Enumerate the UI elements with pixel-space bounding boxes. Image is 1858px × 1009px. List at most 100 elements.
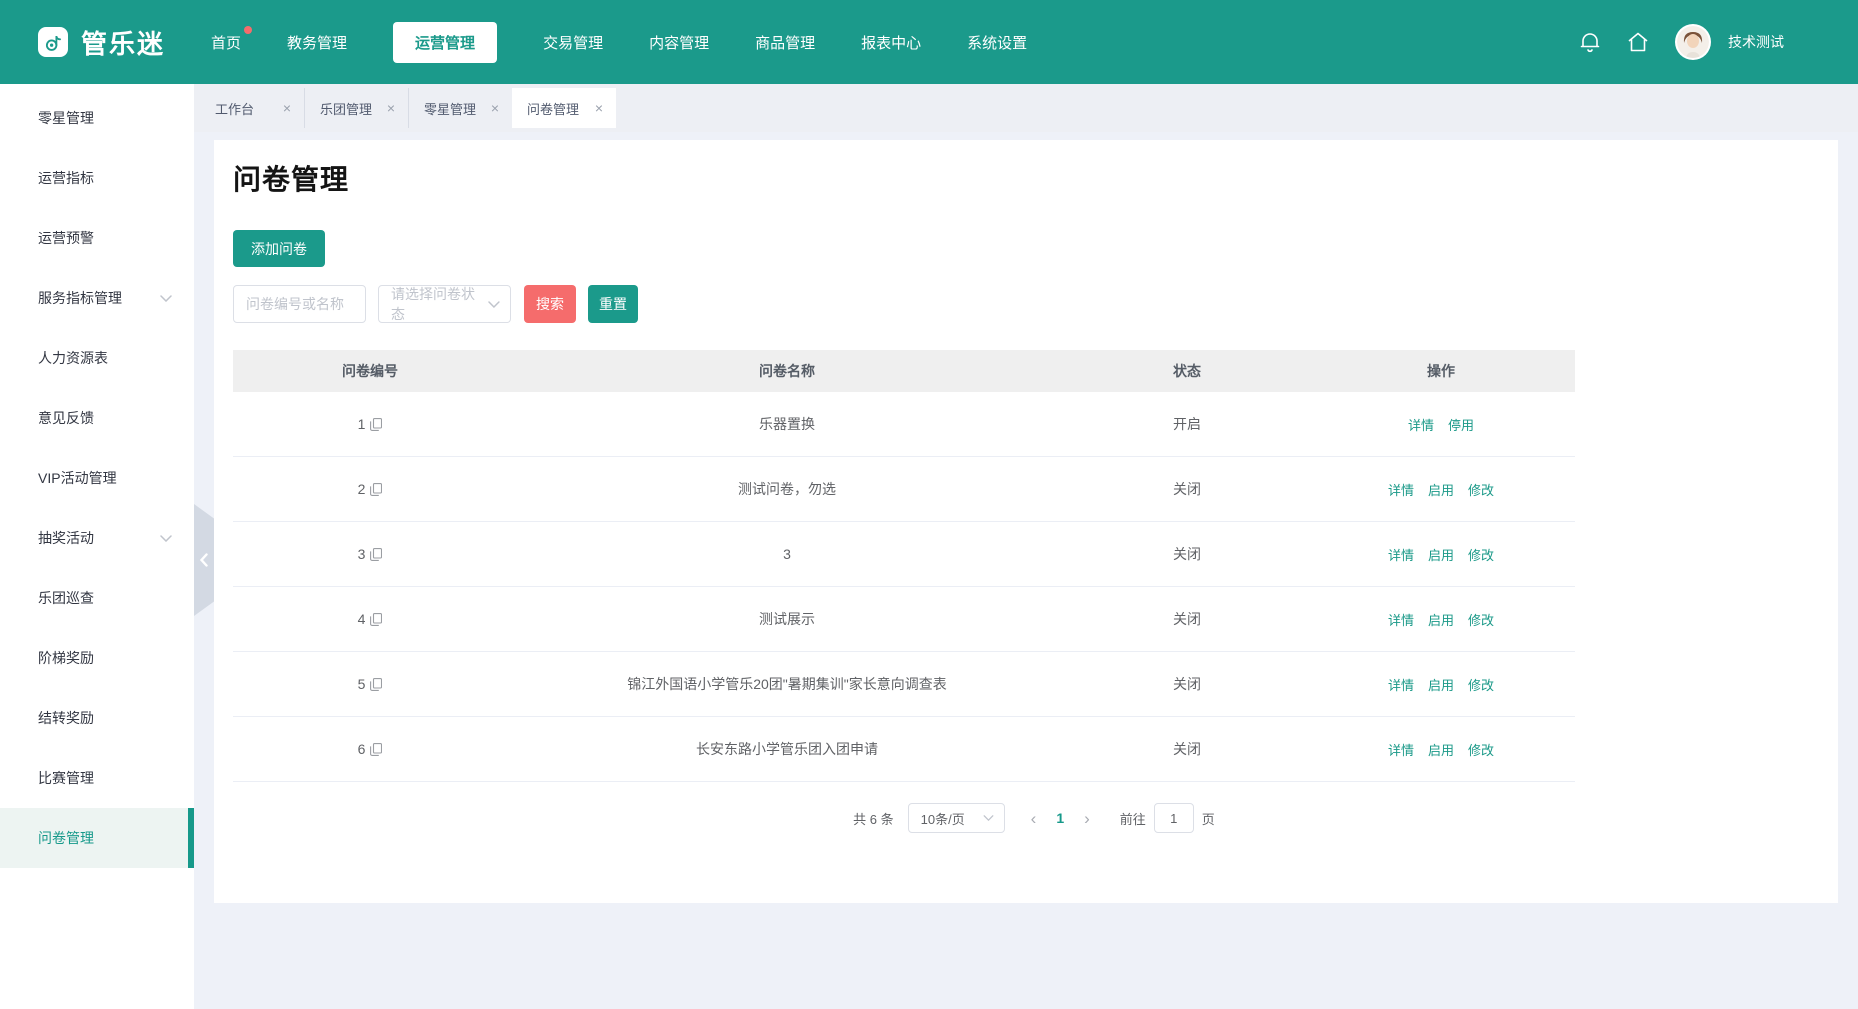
action-enable-link[interactable]: 启用 <box>1428 480 1454 499</box>
sidebar-item-service-metrics[interactable]: 服务指标管理 <box>0 268 194 328</box>
brand[interactable]: 管乐迷 <box>38 24 165 61</box>
table-row: 2测试问卷，勿选关闭详情启用修改 <box>233 457 1575 522</box>
sidebar-collapse-handle[interactable] <box>194 504 214 616</box>
questionnaire-id-cell: 3 <box>233 522 507 586</box>
copy-icon[interactable] <box>370 743 382 756</box>
copy-icon[interactable] <box>370 483 382 496</box>
search-button[interactable]: 搜索 <box>524 285 576 323</box>
tab-workbench[interactable]: 工作台× <box>200 88 304 128</box>
goto-label: 前往 <box>1120 809 1146 828</box>
bell-icon[interactable] <box>1579 30 1601 54</box>
nav-item-system-settings[interactable]: 系统设置 <box>967 32 1027 53</box>
action-modify-link[interactable]: 修改 <box>1468 545 1494 564</box>
status-cell: 关闭 <box>1067 587 1307 651</box>
action-modify-link[interactable]: 修改 <box>1468 480 1494 499</box>
sidebar-item-band-inspection[interactable]: 乐团巡查 <box>0 568 194 628</box>
questionnaire-name-cell: 3 <box>507 522 1067 586</box>
sidebar-item-competition[interactable]: 比赛管理 <box>0 748 194 808</box>
action-enable-link[interactable]: 启用 <box>1428 675 1454 694</box>
table-header-row: 问卷编号问卷名称状态操作 <box>233 350 1575 392</box>
action-modify-link[interactable]: 修改 <box>1468 675 1494 694</box>
action-enable-link[interactable]: 启用 <box>1428 545 1454 564</box>
questionnaire-id: 5 <box>358 676 366 692</box>
sidebar-item-operation-metrics[interactable]: 运营指标 <box>0 148 194 208</box>
questionnaire-id: 6 <box>358 741 366 757</box>
chevron-down-icon <box>160 295 172 302</box>
nav-item-label: 教务管理 <box>287 35 347 52</box>
status-cell: 开启 <box>1067 392 1307 456</box>
questionnaire-id-cell: 4 <box>233 587 507 651</box>
goto-page-input[interactable] <box>1154 803 1194 833</box>
nav-item-report-center[interactable]: 报表中心 <box>861 32 921 53</box>
close-tab-icon[interactable]: × <box>283 101 291 115</box>
actions-cell: 详情启用修改 <box>1307 457 1575 521</box>
questionnaire-id: 4 <box>358 611 366 627</box>
table-row: 33关闭详情启用修改 <box>233 522 1575 587</box>
filter-bar: 请选择问卷状态 搜索 重置 <box>233 285 1819 323</box>
main-area: 工作台×乐团管理×零星管理×问卷管理× 问卷管理 添加问卷 请选择问卷状态 <box>194 84 1858 1009</box>
action-detail-link[interactable]: 详情 <box>1388 675 1414 694</box>
nav-item-academic[interactable]: 教务管理 <box>287 32 347 53</box>
copy-icon[interactable] <box>370 418 382 431</box>
nav-item-label: 内容管理 <box>649 35 709 52</box>
tab-questionnaire[interactable]: 问卷管理× <box>512 88 616 128</box>
nav-item-content[interactable]: 内容管理 <box>649 32 709 53</box>
action-detail-link[interactable]: 详情 <box>1408 415 1434 434</box>
sidebar-item-operation-alerts[interactable]: 运营预警 <box>0 208 194 268</box>
nav-item-operations[interactable]: 运营管理 <box>393 22 497 63</box>
action-detail-link[interactable]: 详情 <box>1388 480 1414 499</box>
questionnaire-search-input[interactable] <box>233 285 366 323</box>
sidebar-item-feedback[interactable]: 意见反馈 <box>0 388 194 448</box>
action-disable-link[interactable]: 停用 <box>1448 415 1474 434</box>
prev-page-button[interactable]: ‹ <box>1017 810 1051 827</box>
current-page[interactable]: 1 <box>1050 810 1070 826</box>
questionnaire-name-cell: 长安东路小学管乐团入团申请 <box>507 717 1067 781</box>
nav-item-product[interactable]: 商品管理 <box>755 32 815 53</box>
sidebar-item-hr-table[interactable]: 人力资源表 <box>0 328 194 388</box>
column-header: 操作 <box>1307 350 1575 392</box>
sidebar-item-questionnaire[interactable]: 问卷管理 <box>0 808 194 868</box>
notification-dot-icon <box>244 26 252 34</box>
add-questionnaire-button[interactable]: 添加问卷 <box>233 230 325 267</box>
sidebar-item-carryover-rewards[interactable]: 结转奖励 <box>0 688 194 748</box>
questionnaire-id-cell: 5 <box>233 652 507 716</box>
questionnaire-name-cell: 测试展示 <box>507 587 1067 651</box>
sidebar-item-vip-activities[interactable]: VIP活动管理 <box>0 448 194 508</box>
action-detail-link[interactable]: 详情 <box>1388 610 1414 629</box>
page-size-select[interactable]: 10条/页 <box>908 803 1005 833</box>
status-cell: 关闭 <box>1067 522 1307 586</box>
page-size-value: 10条/页 <box>921 809 965 828</box>
reset-button[interactable]: 重置 <box>588 285 638 323</box>
home-icon[interactable] <box>1626 31 1650 53</box>
action-enable-link[interactable]: 启用 <box>1428 610 1454 629</box>
sidebar-item-label: 服务指标管理 <box>38 288 122 308</box>
close-tab-icon[interactable]: × <box>595 101 603 115</box>
close-tab-icon[interactable]: × <box>387 101 395 115</box>
questionnaire-id-cell: 6 <box>233 717 507 781</box>
sidebar-item-label: 问卷管理 <box>38 828 94 848</box>
tab-band[interactable]: 乐团管理× <box>304 88 408 128</box>
action-modify-link[interactable]: 修改 <box>1468 610 1494 629</box>
sidebar-item-label: 抽奖活动 <box>38 528 94 548</box>
copy-icon[interactable] <box>370 548 382 561</box>
status-select[interactable]: 请选择问卷状态 <box>378 285 511 323</box>
nav-item-label: 交易管理 <box>543 35 603 52</box>
sidebar-item-scattered[interactable]: 零星管理 <box>0 88 194 148</box>
avatar[interactable] <box>1675 24 1711 60</box>
action-detail-link[interactable]: 详情 <box>1388 545 1414 564</box>
action-enable-link[interactable]: 启用 <box>1428 740 1454 759</box>
close-tab-icon[interactable]: × <box>491 101 499 115</box>
sidebar-item-tier-rewards[interactable]: 阶梯奖励 <box>0 628 194 688</box>
next-page-button[interactable]: › <box>1070 810 1104 827</box>
questionnaire-name-cell: 锦江外国语小学管乐20团"暑期集训"家长意向调查表 <box>507 652 1067 716</box>
tab-scattered[interactable]: 零星管理× <box>408 88 512 128</box>
nav-item-home[interactable]: 首页 <box>211 32 241 53</box>
sidebar-item-label: 阶梯奖励 <box>38 648 94 668</box>
action-modify-link[interactable]: 修改 <box>1468 740 1494 759</box>
copy-icon[interactable] <box>370 678 382 691</box>
nav-item-transaction[interactable]: 交易管理 <box>543 32 603 53</box>
copy-icon[interactable] <box>370 613 382 626</box>
action-detail-link[interactable]: 详情 <box>1388 740 1414 759</box>
sidebar-item-lottery[interactable]: 抽奖活动 <box>0 508 194 568</box>
page-title: 问卷管理 <box>233 158 1819 198</box>
